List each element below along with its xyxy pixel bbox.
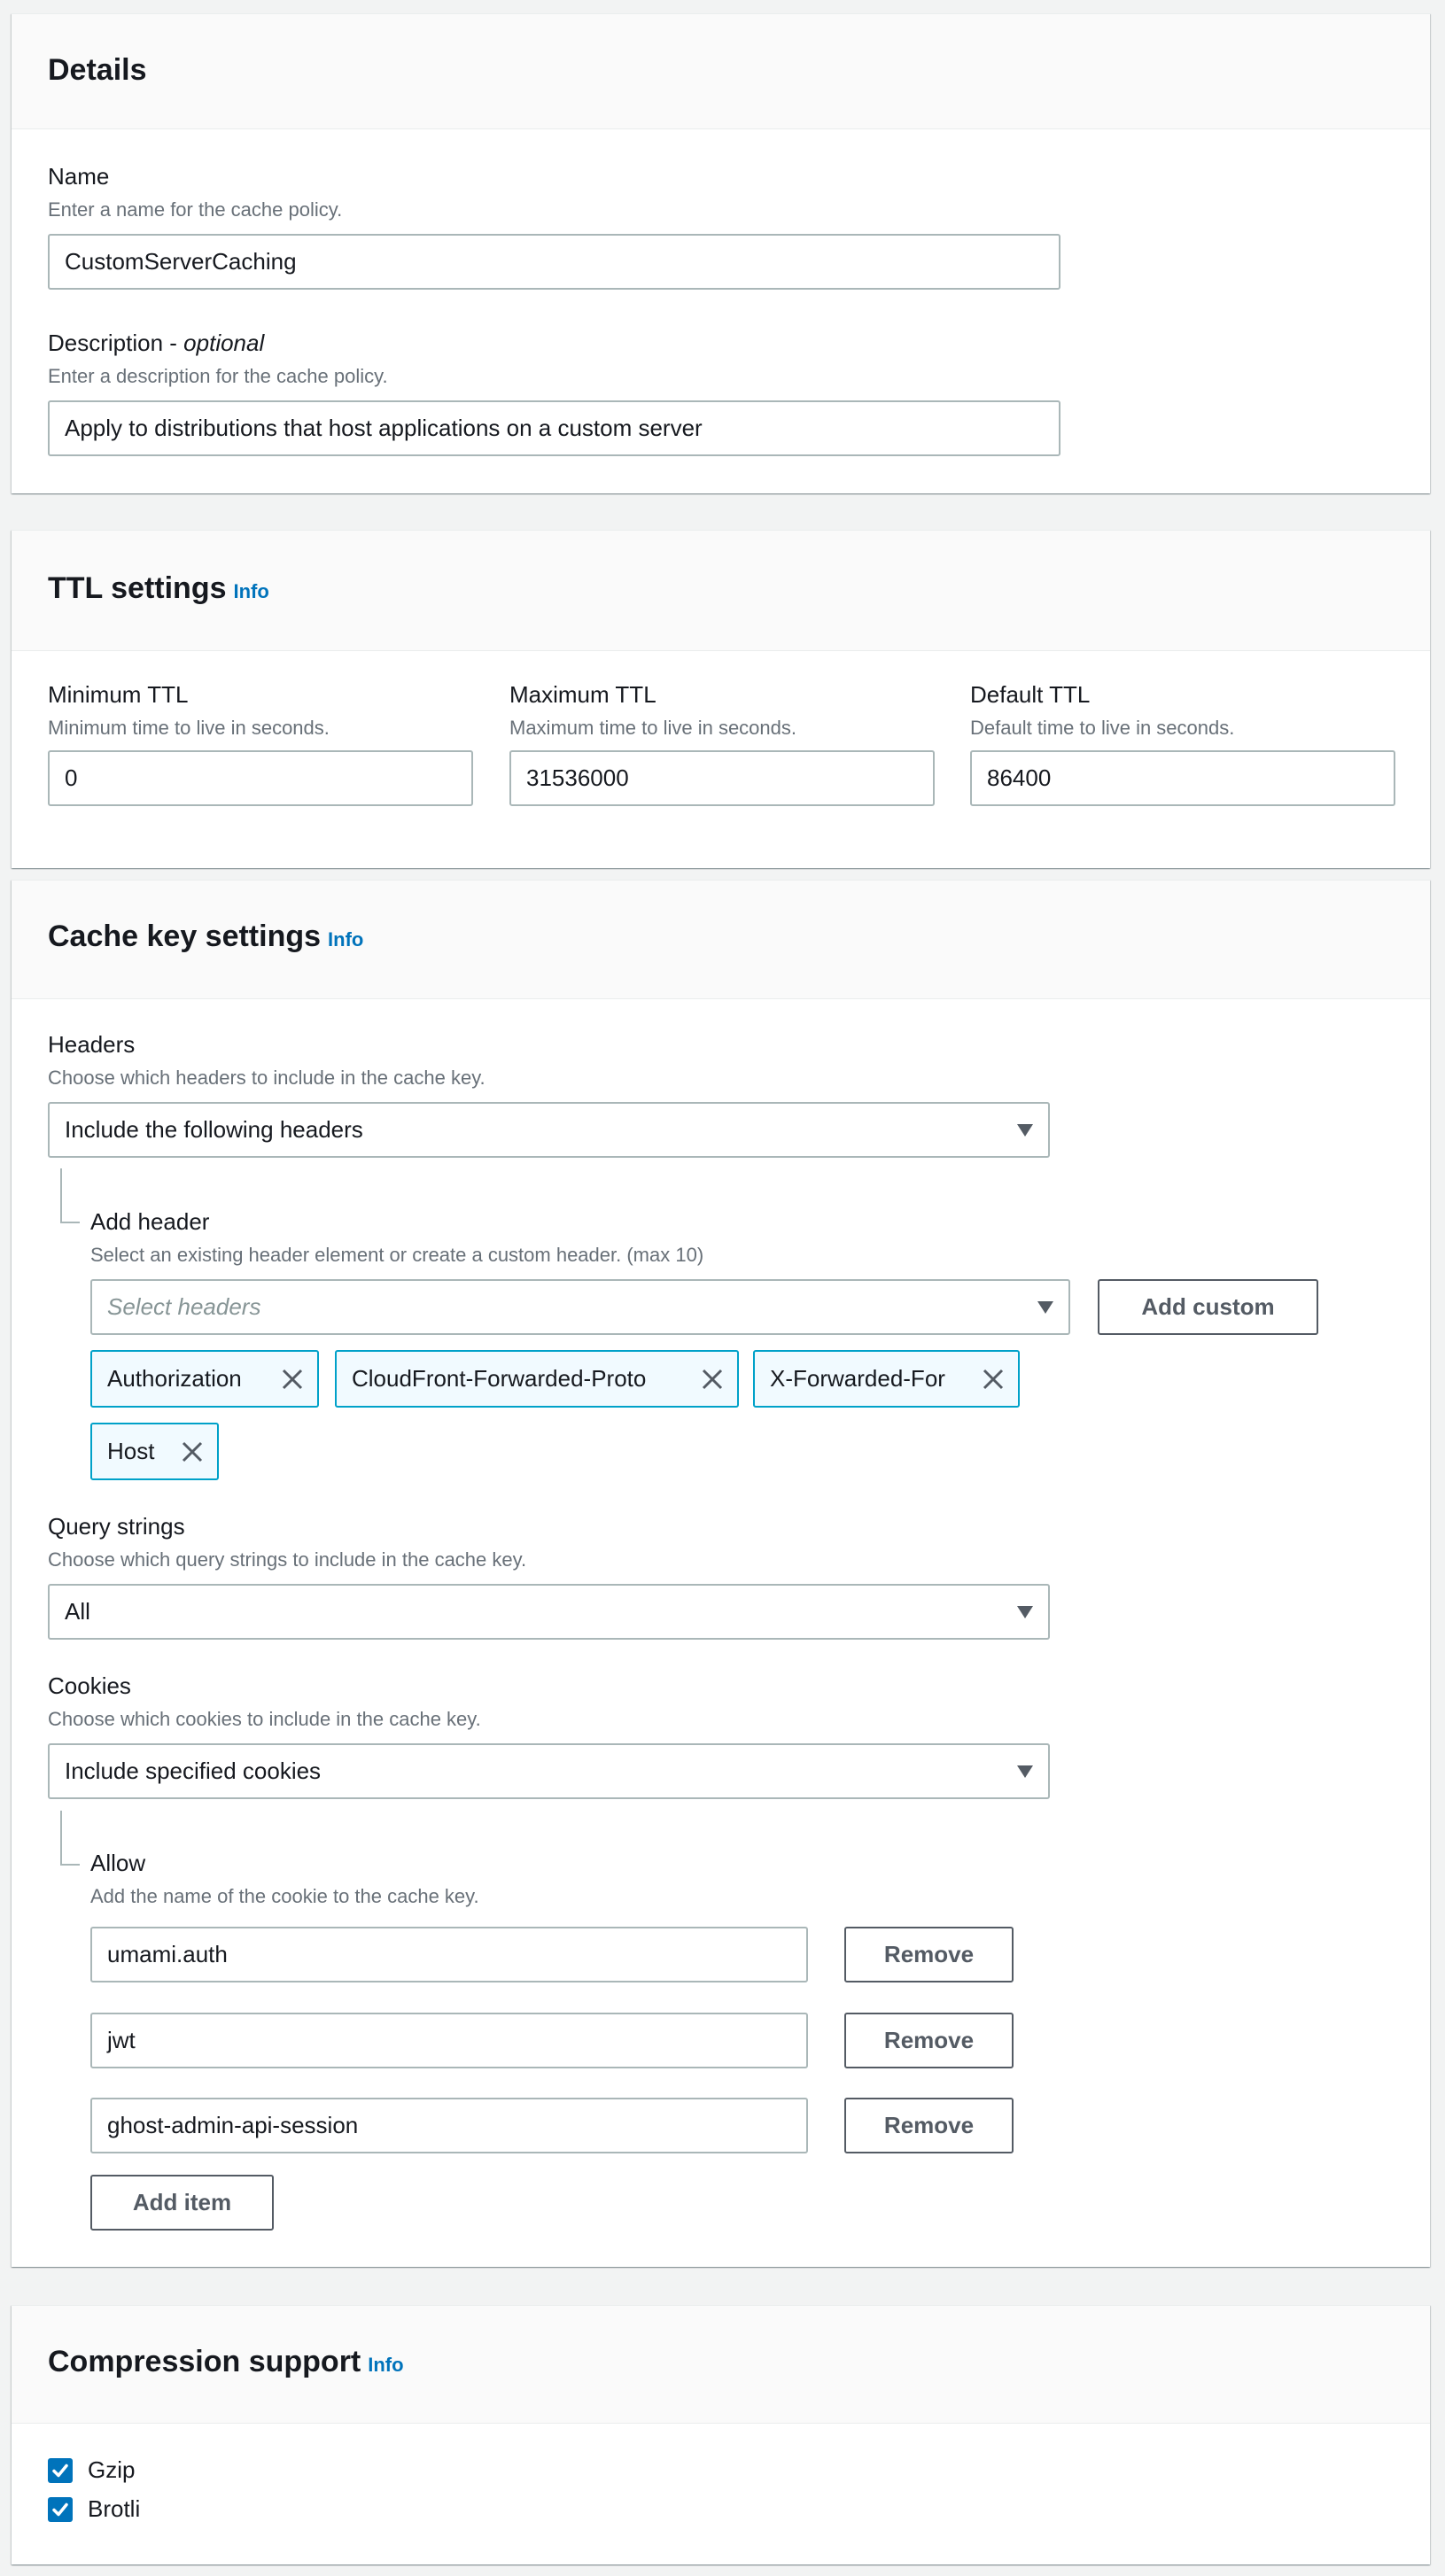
header-token: Authorization	[90, 1350, 319, 1408]
query-strings-select[interactable]: All	[48, 1584, 1050, 1640]
caret-down-icon	[1037, 1301, 1053, 1314]
token-label: X-Forwarded-For	[770, 1365, 945, 1392]
allow-description: Add the name of the cookie to the cache …	[90, 1885, 479, 1907]
minimum-ttl-input[interactable]: 0	[48, 750, 473, 806]
cookie-name-input[interactable]: ghost-admin-api-session	[90, 2098, 808, 2153]
cache-key-title: Cache key settings Info	[48, 919, 364, 953]
headers-select-value: Include the following headers	[65, 1116, 363, 1143]
close-icon[interactable]	[280, 1367, 305, 1392]
close-icon[interactable]	[180, 1439, 205, 1464]
maximum-ttl-description: Maximum time to live in seconds.	[509, 717, 796, 739]
add-custom-button[interactable]: Add custom	[1098, 1279, 1318, 1335]
cache-key-card: Cache key settings Info Headers Choose wh…	[12, 880, 1430, 2267]
headers-description: Choose which headers to include in the c…	[48, 1067, 486, 1089]
ttl-title: TTL settings Info	[48, 571, 269, 605]
token-label: CloudFront-Forwarded-Proto	[352, 1365, 647, 1392]
add-header-label: Add header	[90, 1208, 210, 1235]
default-ttl-input[interactable]: 86400	[970, 750, 1395, 806]
cookie-name-input[interactable]: umami.auth	[90, 1927, 808, 1982]
compression-info-link[interactable]: Info	[368, 2354, 403, 2376]
compression-card: Compression support Info Gzip Brotli	[12, 2305, 1430, 2564]
caret-down-icon	[1017, 1124, 1033, 1137]
allow-label: Allow	[90, 1850, 146, 1876]
name-label: Name	[48, 163, 110, 190]
details-card: Details Name Enter a name for the cache …	[12, 13, 1430, 493]
remove-cookie-button[interactable]: Remove	[844, 2098, 1014, 2153]
close-icon[interactable]	[981, 1367, 1006, 1392]
minimum-ttl-description: Minimum time to live in seconds.	[48, 717, 330, 739]
select-headers-placeholder: Select headers	[107, 1293, 261, 1320]
minimum-ttl-label: Minimum TTL	[48, 681, 189, 708]
gzip-label: Gzip	[88, 2456, 136, 2483]
header-token: CloudFront-Forwarded-Proto	[335, 1350, 739, 1408]
headers-select[interactable]: Include the following headers	[48, 1102, 1050, 1158]
headers-label: Headers	[48, 1031, 136, 1058]
close-icon[interactable]	[700, 1367, 725, 1392]
details-title: Details	[48, 53, 147, 87]
add-header-description: Select an existing header element or cre…	[90, 1244, 704, 1266]
add-item-button[interactable]: Add item	[90, 2175, 274, 2231]
cookies-select-value: Include specified cookies	[65, 1757, 322, 1784]
ttl-card: TTL settings Info Minimum TTL Minimum tim…	[12, 530, 1430, 868]
cookie-name-input[interactable]: jwt	[90, 2013, 808, 2068]
maximum-ttl-label: Maximum TTL	[509, 681, 656, 708]
caret-down-icon	[1017, 1606, 1033, 1618]
description-description: Enter a description for the cache policy…	[48, 365, 388, 387]
cache-key-header: Cache key settings Info	[12, 881, 1430, 999]
maximum-ttl-input[interactable]: 31536000	[509, 750, 935, 806]
cookies-select[interactable]: Include specified cookies	[48, 1743, 1050, 1799]
tree-connector	[60, 1811, 80, 1866]
header-token: X-Forwarded-For	[753, 1350, 1020, 1408]
cookies-description: Choose which cookies to include in the c…	[48, 1708, 481, 1730]
query-strings-description: Choose which query strings to include in…	[48, 1548, 527, 1571]
tree-connector	[60, 1168, 80, 1223]
brotli-label: Brotli	[88, 2495, 141, 2522]
cache-key-info-link[interactable]: Info	[328, 928, 363, 950]
description-input[interactable]: Apply to distributions that host applica…	[48, 400, 1060, 456]
token-label: Authorization	[107, 1365, 242, 1392]
checkmark-icon	[52, 2502, 68, 2517]
remove-cookie-button[interactable]: Remove	[844, 2013, 1014, 2068]
query-strings-label: Query strings	[48, 1513, 185, 1540]
remove-cookie-button[interactable]: Remove	[844, 1927, 1014, 1982]
query-strings-select-value: All	[65, 1598, 90, 1625]
description-label: Description - optional	[48, 330, 265, 356]
cookies-label: Cookies	[48, 1672, 131, 1699]
compression-header: Compression support Info	[12, 2306, 1430, 2424]
name-description: Enter a name for the cache policy.	[48, 198, 343, 221]
caret-down-icon	[1017, 1765, 1033, 1778]
token-label: Host	[107, 1438, 155, 1464]
checkmark-icon	[52, 2463, 68, 2478]
details-header: Details	[12, 14, 1430, 129]
header-token: Host	[90, 1423, 219, 1480]
name-input[interactable]: CustomServerCaching	[48, 234, 1060, 290]
brotli-checkbox[interactable]	[48, 2497, 73, 2522]
gzip-checkbox[interactable]	[48, 2458, 73, 2483]
ttl-header: TTL settings Info	[12, 531, 1430, 651]
default-ttl-description: Default time to live in seconds.	[970, 717, 1235, 739]
compression-title: Compression support Info	[48, 2345, 404, 2378]
select-headers-input[interactable]: Select headers	[90, 1279, 1070, 1335]
optional-marker: optional	[183, 330, 265, 356]
default-ttl-label: Default TTL	[970, 681, 1091, 708]
ttl-info-link[interactable]: Info	[234, 580, 269, 602]
